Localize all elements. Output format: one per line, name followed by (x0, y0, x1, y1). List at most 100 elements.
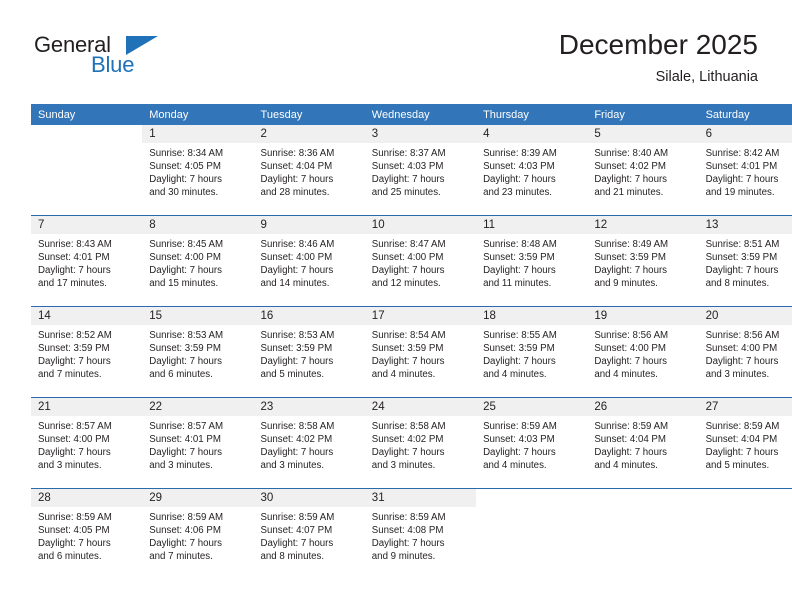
day-number: 3 (364, 125, 477, 143)
calendar-day-cell[interactable]: 7 Sunrise: 8:43 AM Sunset: 4:01 PM Daylight… (31, 216, 143, 306)
day-info-line: Sunrise: 8:51 AM (705, 239, 780, 250)
calendar-day-cell[interactable]: 22 Sunrise: 8:57 AM Sunset: 4:01 PM Dayligh… (142, 398, 254, 488)
day-info-line: and 17 minutes. (38, 278, 107, 290)
day-info-line: and 11 minutes. (483, 278, 552, 290)
day-info-line: and 6 minutes. (38, 551, 102, 563)
calendar-day-cell[interactable]: 1 Sunrise: 8:34 AM Sunset: 4:05 PM Daylight… (142, 125, 254, 215)
day-info-line: Sunrise: 8:36 AM (260, 148, 335, 159)
day-info-line: Sunset: 4:04 PM (594, 434, 666, 446)
day-number: 28 (31, 489, 143, 507)
calendar-day-cell[interactable]: 14 Sunrise: 8:52 AM Sunset: 3:59 PM Dayligh… (31, 307, 143, 397)
calendar-day-cell[interactable]: 20 Sunrise: 8:56 AM Sunset: 4:00 PM Dayligh… (698, 307, 792, 397)
calendar-day-cell[interactable]: 4 Sunrise: 8:39 AM Sunset: 4:03 PM Daylight… (476, 125, 588, 215)
day-info-line: Daylight: 7 hours (38, 265, 111, 277)
calendar-day-cell[interactable]: 16 Sunrise: 8:53 AM Sunset: 3:59 PM Dayligh… (253, 307, 365, 397)
day-number: 27 (698, 398, 792, 416)
day-info-line: Sunset: 4:02 PM (371, 434, 444, 446)
day-info-line: Daylight: 7 hours (594, 356, 668, 368)
day-info-line: Sunset: 4:05 PM (149, 161, 221, 173)
day-number: 30 (253, 489, 365, 507)
weekday-header-tuesday: Tuesday (253, 104, 365, 125)
calendar-day-cell[interactable]: 13 Sunrise: 8:51 AM Sunset: 3:59 PM Dayligh… (698, 216, 792, 306)
day-info-line: Daylight: 7 hours (705, 174, 779, 186)
day-info-line: Daylight: 7 hours (705, 356, 779, 368)
day-info-line: and 25 minutes. (371, 187, 441, 199)
calendar-day-cell[interactable]: 11 Sunrise: 8:48 AM Sunset: 3:59 PM Dayligh… (476, 216, 588, 306)
day-sun-info: Sunrise: 8:47 AM Sunset: 4:00 PM Daylight:… (365, 234, 476, 290)
day-info-line: and 15 minutes. (149, 278, 219, 290)
day-info-line: Daylight: 7 hours (38, 447, 111, 459)
calendar-day-cell[interactable]: 27 Sunrise: 8:59 AM Sunset: 4:04 PM Dayligh… (698, 398, 792, 488)
day-info-line: Sunrise: 8:59 AM (38, 512, 112, 523)
day-sun-info: Sunrise: 8:57 AM Sunset: 4:00 PM Daylight:… (31, 416, 142, 472)
calendar-day-cell[interactable]: 17 Sunrise: 8:54 AM Sunset: 3:59 PM Dayligh… (364, 307, 477, 397)
day-sun-info: Sunrise: 8:55 AM Sunset: 3:59 PM Daylight:… (476, 325, 587, 381)
day-info-line: and 30 minutes. (149, 187, 219, 199)
day-number: 14 (31, 307, 143, 325)
calendar-week-row: 28 Sunrise: 8:59 AM Sunset: 4:05 PM Dayligh… (31, 488, 792, 579)
day-sun-info: Sunrise: 8:37 AM Sunset: 4:03 PM Daylight:… (365, 143, 476, 199)
day-info-line: Daylight: 7 hours (260, 447, 334, 459)
day-info-line: and 9 minutes. (594, 278, 658, 290)
calendar-day-cell[interactable]: 10 Sunrise: 8:47 AM Sunset: 4:00 PM Dayligh… (364, 216, 477, 306)
day-info-line: and 3 minutes. (260, 460, 325, 472)
calendar-day-cell[interactable]: 9 Sunrise: 8:46 AM Sunset: 4:00 PM Daylight… (253, 216, 365, 306)
day-info-line: Sunset: 4:03 PM (483, 161, 555, 173)
calendar-day-cell[interactable]: 19 Sunrise: 8:56 AM Sunset: 4:00 PM Dayligh… (587, 307, 699, 397)
day-info-line: and 5 minutes. (705, 460, 770, 472)
calendar-day-cell[interactable]: 28 Sunrise: 8:59 AM Sunset: 4:05 PM Dayligh… (31, 489, 143, 579)
day-number: 11 (476, 216, 588, 234)
day-info-line: and 5 minutes. (260, 369, 325, 381)
calendar-day-cell[interactable]: 31 Sunrise: 8:59 AM Sunset: 4:08 PM Dayligh… (364, 489, 477, 579)
day-info-line: and 7 minutes. (38, 369, 102, 381)
day-info-line: Daylight: 7 hours (371, 447, 445, 459)
day-info-line: Sunrise: 8:59 AM (483, 421, 557, 432)
day-info-line: Sunrise: 8:57 AM (38, 421, 112, 432)
weekday-header-thursday: Thursday (476, 104, 588, 125)
day-info-line: Sunset: 4:08 PM (371, 525, 444, 537)
day-number (31, 125, 142, 143)
calendar-day-cell[interactable]: 21 Sunrise: 8:57 AM Sunset: 4:00 PM Dayligh… (31, 398, 143, 488)
day-info-line: Sunset: 4:03 PM (371, 161, 444, 173)
day-info-line: Daylight: 7 hours (594, 174, 668, 186)
day-info-line: Sunset: 4:03 PM (483, 434, 555, 446)
day-sun-info: Sunrise: 8:34 AM Sunset: 4:05 PM Daylight:… (142, 143, 253, 199)
calendar-day-cell[interactable]: 23 Sunrise: 8:58 AM Sunset: 4:02 PM Dayligh… (253, 398, 365, 488)
day-number: 17 (364, 307, 477, 325)
day-info-line: Daylight: 7 hours (594, 265, 668, 277)
calendar-day-cell[interactable]: 25 Sunrise: 8:59 AM Sunset: 4:03 PM Dayligh… (476, 398, 588, 488)
calendar-day-cell[interactable]: 8 Sunrise: 8:45 AM Sunset: 4:00 PM Daylight… (142, 216, 254, 306)
day-sun-info: Sunrise: 8:56 AM Sunset: 4:00 PM Daylight:… (587, 325, 698, 381)
brand-name-blue: Blue (91, 52, 135, 77)
day-info-line: Sunrise: 8:34 AM (149, 148, 224, 159)
calendar-day-cell[interactable]: 18 Sunrise: 8:55 AM Sunset: 3:59 PM Dayligh… (476, 307, 588, 397)
calendar-day-cell[interactable]: 2 Sunrise: 8:36 AM Sunset: 4:04 PM Daylight… (253, 125, 365, 215)
day-number: 4 (476, 125, 588, 143)
day-number: 9 (253, 216, 365, 234)
calendar-day-cell[interactable]: 15 Sunrise: 8:53 AM Sunset: 3:59 PM Dayligh… (142, 307, 254, 397)
calendar-day-cell[interactable]: 12 Sunrise: 8:49 AM Sunset: 3:59 PM Dayligh… (587, 216, 699, 306)
calendar-day-cell[interactable]: 3 Sunrise: 8:37 AM Sunset: 4:03 PM Daylight… (364, 125, 477, 215)
day-number: 10 (364, 216, 477, 234)
calendar-day-cell[interactable]: 26 Sunrise: 8:59 AM Sunset: 4:04 PM Dayligh… (587, 398, 699, 488)
day-sun-info: Sunrise: 8:58 AM Sunset: 4:02 PM Daylight:… (365, 416, 476, 472)
brand-logo[interactable]: General Blue (34, 33, 214, 83)
day-info-line: Sunrise: 8:59 AM (594, 421, 669, 432)
day-info-line: and 8 minutes. (260, 551, 325, 563)
day-info-line: Daylight: 7 hours (705, 265, 779, 277)
day-info-line: Daylight: 7 hours (149, 356, 222, 368)
calendar-week-row: 14 Sunrise: 8:52 AM Sunset: 3:59 PM Dayligh… (31, 306, 792, 398)
day-info-line: and 23 minutes. (483, 187, 552, 199)
calendar-body: 1 Sunrise: 8:34 AM Sunset: 4:05 PM Daylight… (31, 125, 792, 579)
calendar-day-cell[interactable]: 24 Sunrise: 8:58 AM Sunset: 4:02 PM Dayligh… (364, 398, 477, 488)
day-sun-info: Sunrise: 8:59 AM Sunset: 4:08 PM Daylight:… (365, 507, 476, 563)
day-info-line: Sunrise: 8:59 AM (260, 512, 335, 523)
day-sun-info: Sunrise: 8:59 AM Sunset: 4:06 PM Daylight:… (142, 507, 253, 563)
day-info-line: Sunset: 3:59 PM (38, 343, 110, 355)
day-info-line: Daylight: 7 hours (705, 447, 779, 459)
day-info-line: Sunset: 4:00 PM (260, 252, 333, 264)
calendar-day-cell[interactable]: 29 Sunrise: 8:59 AM Sunset: 4:06 PM Dayligh… (142, 489, 254, 579)
calendar-day-cell[interactable]: 5 Sunrise: 8:40 AM Sunset: 4:02 PM Daylight… (587, 125, 699, 215)
calendar-day-cell[interactable]: 6 Sunrise: 8:42 AM Sunset: 4:01 PM Daylight… (698, 125, 792, 215)
calendar-day-cell[interactable]: 30 Sunrise: 8:59 AM Sunset: 4:07 PM Dayligh… (253, 489, 365, 579)
